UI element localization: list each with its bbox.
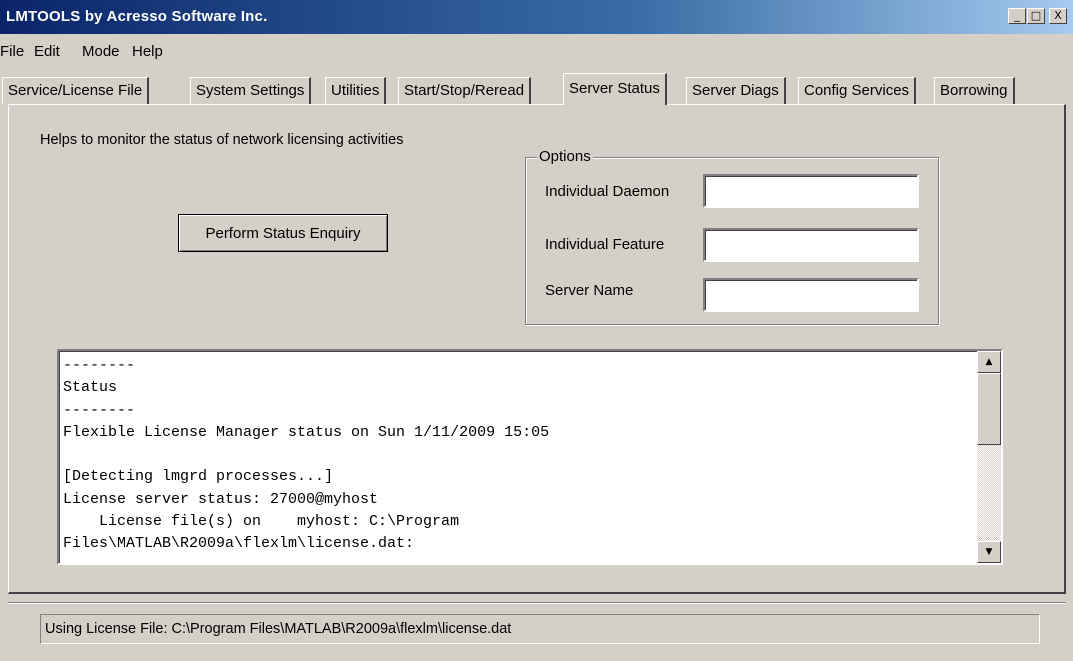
menu-bar: File Edit Mode Help: [0, 34, 1073, 68]
minimize-button[interactable]: _: [1008, 8, 1026, 24]
individual-feature-label: Individual Feature: [545, 236, 665, 253]
individual-daemon-label: Individual Daemon: [545, 183, 670, 200]
output-scrollbar[interactable]: ▲ ▼: [977, 351, 1001, 563]
tab-start-stop-reread[interactable]: Start/Stop/Reread: [398, 77, 532, 104]
menu-mode[interactable]: Mode: [82, 43, 120, 60]
menu-help[interactable]: Help: [132, 43, 163, 60]
status-bar: Using License File: C:\Program Files\MAT…: [40, 614, 1040, 644]
lmtools-window: LMTOOLS by Acresso Software Inc. _ □ X F…: [0, 0, 1073, 661]
tab-server-status[interactable]: Server Status: [563, 73, 667, 105]
server-name-label: Server Name: [545, 282, 634, 299]
tab-service-license-file[interactable]: Service/License File: [2, 77, 150, 104]
perform-status-enquiry-button[interactable]: Perform Status Enquiry: [178, 214, 388, 252]
menu-edit[interactable]: Edit: [34, 43, 60, 60]
status-divider: [8, 602, 1066, 604]
tab-borrowing[interactable]: Borrowing: [934, 77, 1015, 104]
maximize-button[interactable]: □: [1027, 8, 1045, 24]
individual-feature-input[interactable]: [703, 228, 919, 262]
tab-server-diags[interactable]: Server Diags: [686, 77, 786, 104]
options-legend: Options: [537, 148, 593, 165]
scroll-thumb[interactable]: [977, 373, 1001, 445]
status-output-text: -------- Status -------- Flexible Licens…: [63, 357, 550, 553]
individual-daemon-input[interactable]: [703, 174, 919, 208]
window-title: LMTOOLS by Acresso Software Inc.: [6, 8, 268, 25]
panel-description: Helps to monitor the status of network l…: [40, 132, 404, 148]
title-bar[interactable]: LMTOOLS by Acresso Software Inc. _ □ X: [0, 0, 1073, 34]
scroll-down-button[interactable]: ▼: [977, 541, 1001, 563]
menu-file[interactable]: File: [0, 43, 24, 60]
tab-system-settings[interactable]: System Settings: [190, 77, 312, 104]
tab-config-services[interactable]: Config Services: [798, 77, 917, 104]
server-name-input[interactable]: [703, 278, 919, 312]
tab-utilities[interactable]: Utilities: [325, 77, 387, 104]
close-button[interactable]: X: [1049, 8, 1067, 24]
status-output-textbox[interactable]: -------- Status -------- Flexible Licens…: [57, 349, 1003, 565]
scroll-up-button[interactable]: ▲: [977, 351, 1001, 373]
